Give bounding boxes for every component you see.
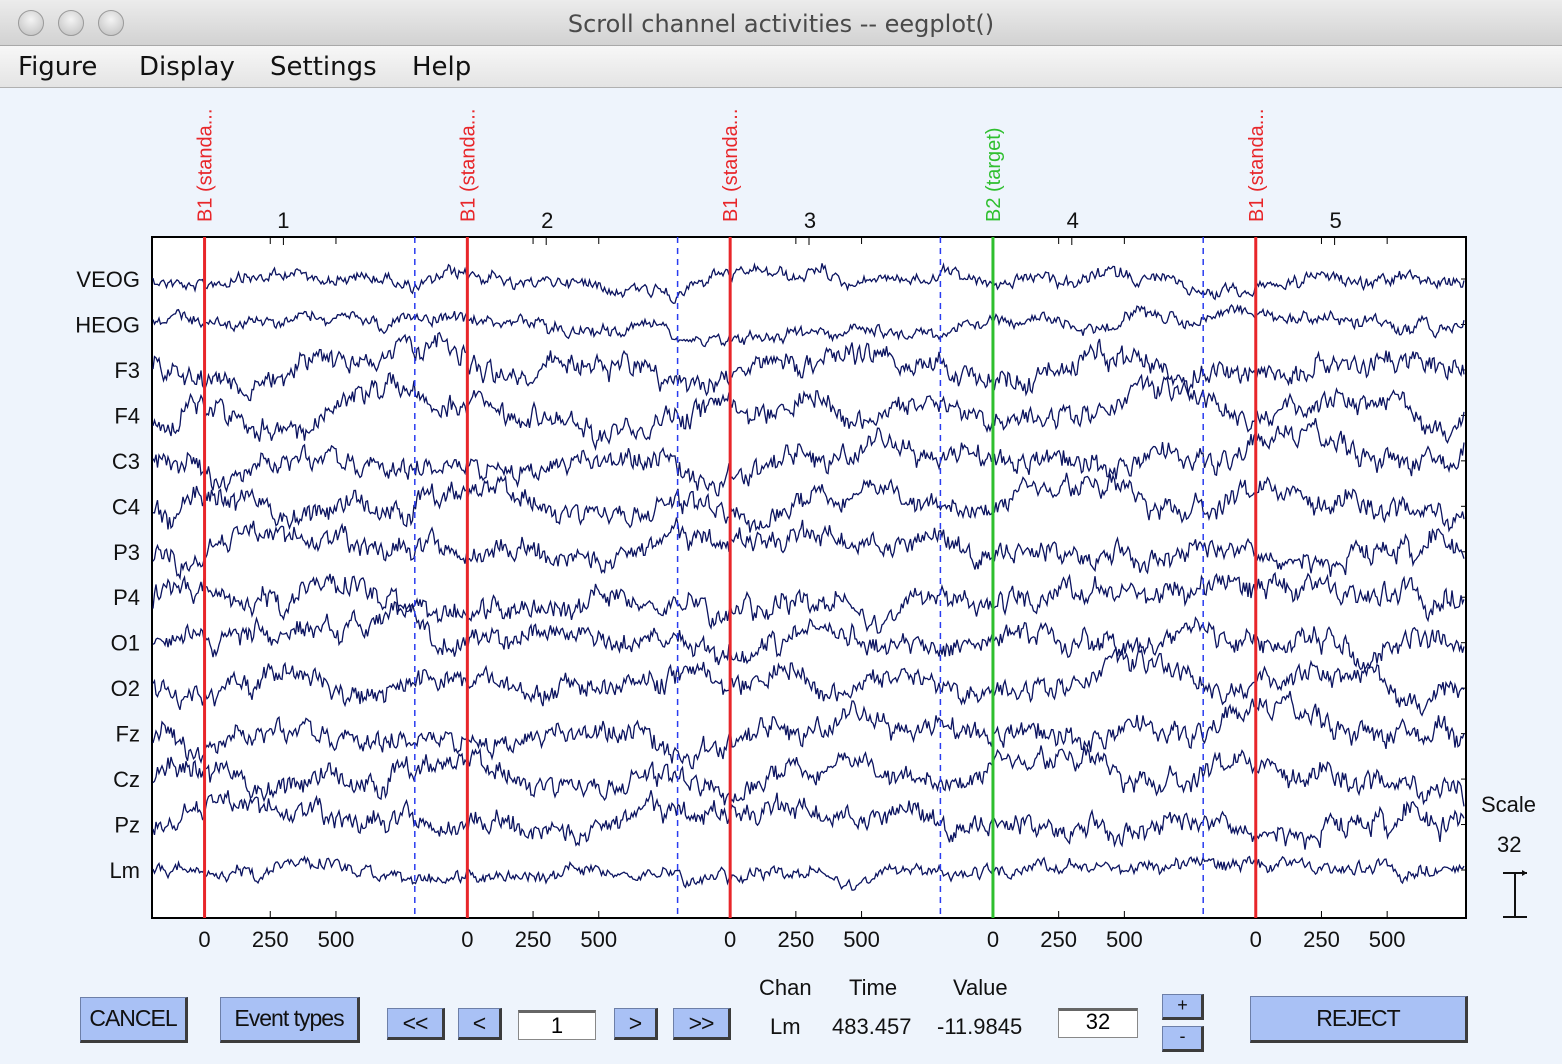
channel-label: O1	[111, 631, 140, 656]
scale-value: 32	[1497, 832, 1522, 857]
channel-label: HEOG	[75, 312, 140, 337]
epoch-number: 5	[1329, 208, 1341, 233]
x-tick-label: 0	[461, 927, 473, 952]
channel-label: C4	[112, 494, 140, 519]
event-label: B2 (target)	[983, 128, 1005, 222]
channel-label: Lm	[109, 858, 140, 883]
time-header: Time	[849, 975, 898, 1000]
channel-label: Fz	[116, 722, 140, 747]
x-tick-label: 500	[1369, 927, 1406, 952]
channel-label: Pz	[114, 813, 140, 838]
event-label: B1 (standa...	[195, 109, 217, 222]
x-tick-label: 0	[198, 927, 210, 952]
channel-label: Cz	[113, 767, 140, 792]
last-page-button[interactable]: >>	[673, 1008, 731, 1040]
x-tick-label: 500	[1106, 927, 1143, 952]
chan-readout: Lm	[770, 1014, 801, 1039]
channel-label: O2	[111, 676, 140, 701]
scale-bar-icon	[1503, 872, 1527, 918]
x-tick-label: 250	[1040, 927, 1077, 952]
channel-label: P4	[113, 585, 140, 610]
scale-increase-button[interactable]: +	[1162, 994, 1204, 1020]
x-tick-label: 500	[318, 927, 355, 952]
event-label: B1 (standa...	[720, 109, 742, 222]
epoch-number: 2	[541, 208, 553, 233]
scale-bar-arrow-icon	[1522, 870, 1527, 876]
x-tick-label: 250	[1303, 927, 1340, 952]
channel-label: F4	[114, 403, 140, 428]
value-header: Value	[953, 975, 1008, 1000]
reject-button[interactable]: REJECT	[1250, 996, 1468, 1043]
epoch-number: 4	[1067, 208, 1079, 233]
time-readout: 483.457	[832, 1014, 912, 1039]
channel-label: C3	[112, 449, 140, 474]
channel-label: F3	[114, 358, 140, 383]
scale-label: Scale	[1481, 792, 1537, 817]
epoch-number: 1	[277, 208, 289, 233]
eeg-plot[interactable]: VEOGHEOGF3F4C3C4P3P4O1O2FzCzPzLm10 250 500…	[0, 0, 1562, 1064]
x-tick-label: 500	[843, 927, 880, 952]
x-tick-label: 500	[580, 927, 617, 952]
channel-label: P3	[113, 540, 140, 565]
value-readout: -11.9845	[937, 1014, 1023, 1039]
channel-label: VEOG	[76, 267, 140, 292]
page-input[interactable]: 1	[518, 1010, 596, 1040]
chan-header: Chan	[759, 975, 812, 1000]
x-tick-label: 250	[252, 927, 289, 952]
event-label: B1 (standa...	[457, 109, 479, 222]
x-tick-label: 250	[778, 927, 815, 952]
event-label: B1 (standa...	[1246, 109, 1268, 222]
next-page-button[interactable]: >	[614, 1008, 658, 1040]
scale-input[interactable]: 32	[1058, 1008, 1138, 1038]
first-page-button[interactable]: <<	[387, 1008, 445, 1040]
cancel-button[interactable]: CANCEL	[80, 997, 188, 1043]
scale-decrease-button[interactable]: -	[1162, 1026, 1204, 1052]
x-tick-label: 250	[515, 927, 552, 952]
epoch-number: 3	[804, 208, 816, 233]
x-tick-label: 0	[987, 927, 999, 952]
prev-page-button[interactable]: <	[458, 1008, 502, 1040]
x-tick-label: 0	[1250, 927, 1262, 952]
event-types-button[interactable]: Event types	[220, 997, 360, 1043]
x-tick-label: 0	[724, 927, 736, 952]
